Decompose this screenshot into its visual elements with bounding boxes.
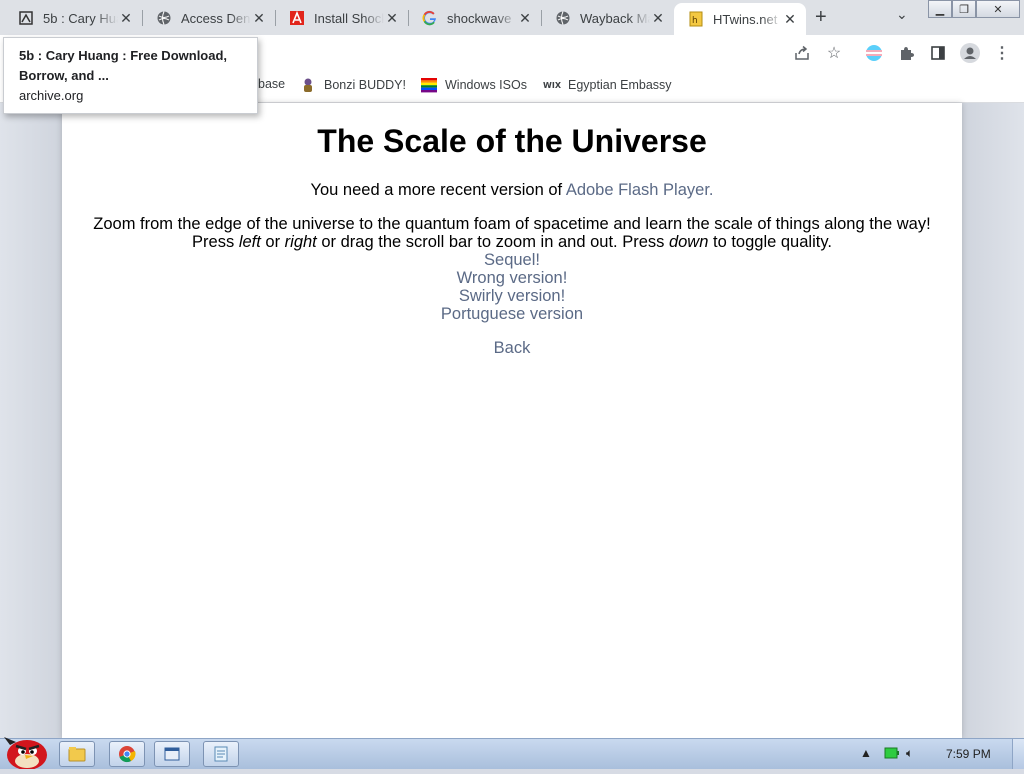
- tab-title: HTwins.net: [713, 11, 778, 27]
- globe-icon: [555, 10, 571, 26]
- close-tab-icon[interactable]: ✕: [118, 10, 134, 27]
- description: Zoom from the edge of the universe to th…: [93, 215, 931, 233]
- instruction-text: or: [260, 233, 285, 251]
- tab-title: shockwave: [447, 10, 512, 26]
- sequel-link[interactable]: Sequel!: [62, 251, 962, 270]
- key-right: right: [284, 233, 317, 251]
- chevron-down-icon[interactable]: ⌄: [896, 6, 908, 23]
- bookmark-label: Egyptian Embassy: [568, 78, 672, 92]
- rainbow-flag-icon: [421, 77, 437, 93]
- page-background-right: [962, 103, 1024, 738]
- bookmark-label: Bonzi BUDDY!: [324, 78, 406, 92]
- tooltip-title: 5b : Cary Huang : Free Download, Borrow,…: [19, 48, 228, 83]
- wix-icon: WIX: [543, 80, 561, 90]
- bookmark-egyptian-embassy[interactable]: WIX Egyptian Embassy: [543, 77, 672, 93]
- back-link[interactable]: Back: [62, 339, 962, 358]
- tab-shockwave-search[interactable]: shockwave ✕: [408, 3, 541, 33]
- tab-title: 5b : Cary Huang : Free: [43, 10, 118, 26]
- globe-icon: [156, 10, 172, 26]
- adobe-icon: [289, 10, 305, 26]
- instruction-text: to toggle quality.: [708, 233, 832, 251]
- tab-hover-tooltip: 5b : Cary Huang : Free Download, Borrow,…: [3, 37, 258, 114]
- maximize-button[interactable]: ❐: [952, 0, 976, 18]
- flash-notice-text: You need a more recent version of: [310, 181, 566, 199]
- battery-icon[interactable]: [884, 747, 900, 762]
- tab-install-shockwave[interactable]: Install Shockwave ✕: [275, 3, 408, 33]
- bookmark-label: base: [258, 77, 286, 91]
- bonzi-icon: [300, 77, 316, 93]
- clock[interactable]: 7:59 PM: [946, 747, 991, 761]
- tab-title: Wayback Machine: [580, 10, 650, 26]
- tab-title: Access Denied: [181, 10, 251, 26]
- close-tab-icon[interactable]: ✕: [782, 11, 798, 28]
- puzzle-icon[interactable]: [896, 43, 916, 63]
- close-window-button[interactable]: ✕: [976, 0, 1020, 18]
- google-icon: [422, 10, 438, 26]
- bookmark-windows-isos[interactable]: Windows ISOs: [421, 77, 527, 93]
- minimize-button[interactable]: ▁: [928, 0, 952, 18]
- tab-strip: 5b : Cary Huang : Free ✕ Access Denied ✕…: [0, 0, 1024, 35]
- svg-text:h: h: [692, 16, 698, 26]
- portuguese-version-link[interactable]: Portuguese version: [62, 305, 962, 324]
- tab-wayback[interactable]: Wayback Machine ✕: [541, 3, 674, 33]
- page-background-left: [0, 103, 62, 738]
- adobe-flash-link[interactable]: Adobe Flash Player.: [566, 181, 714, 199]
- page-title: The Scale of the Universe: [317, 123, 707, 159]
- new-tab-button[interactable]: +: [815, 6, 827, 29]
- notepad-taskbar-button[interactable]: [203, 741, 239, 767]
- tab-htwins[interactable]: h HTwins.net ✕: [674, 3, 806, 35]
- bookmark-bonzi-buddy[interactable]: Bonzi BUDDY!: [300, 77, 406, 93]
- key-left: left: [238, 233, 261, 251]
- tooltip-host: archive.org: [19, 88, 84, 103]
- tab-access-denied[interactable]: Access Denied ✕: [142, 3, 275, 33]
- side-panel-icon[interactable]: [928, 43, 948, 63]
- wrong-version-link[interactable]: Wrong version!: [62, 269, 962, 288]
- window-switch-taskbar-button[interactable]: [154, 741, 190, 767]
- tab-archive[interactable]: 5b : Cary Huang : Free ✕: [4, 3, 142, 33]
- angry-birds-start-icon[interactable]: [2, 731, 50, 770]
- swirly-version-link[interactable]: Swirly version!: [62, 287, 962, 306]
- bookmark-base[interactable]: base: [258, 77, 285, 91]
- close-tab-icon[interactable]: ✕: [650, 10, 666, 27]
- taskbar: ▲ 🔈︎ 7:59 PM: [0, 737, 1024, 770]
- close-tab-icon[interactable]: ✕: [384, 10, 400, 27]
- controls-instructions: Press left or right or drag the scroll b…: [62, 233, 962, 252]
- volume-icon[interactable]: 🔈︎: [906, 746, 913, 761]
- bookmark-label: Windows ISOs: [445, 78, 527, 92]
- profile-avatar-icon[interactable]: [960, 43, 980, 63]
- tray-expand-icon[interactable]: ▲: [860, 746, 872, 760]
- instruction-text: Press: [192, 233, 239, 251]
- more-menu-icon[interactable]: ⋮: [992, 43, 1012, 63]
- extension-flag-icon[interactable]: [864, 43, 884, 63]
- show-desktop-button[interactable]: [1012, 739, 1024, 769]
- tab-title: Install Shockwave: [314, 10, 384, 26]
- bookmark-star-icon[interactable]: ☆: [824, 43, 844, 63]
- flash-notice: You need a more recent version of Adobe …: [62, 181, 962, 200]
- archive-icon: [18, 10, 34, 26]
- page-content: The Scale of the Universe You need a mor…: [62, 103, 962, 738]
- share-icon[interactable]: [792, 43, 812, 63]
- chrome-taskbar-button[interactable]: [109, 741, 145, 767]
- instruction-text: or drag the scroll bar to zoom in and ou…: [316, 233, 669, 251]
- close-tab-icon[interactable]: ✕: [251, 10, 267, 27]
- key-down: down: [668, 233, 709, 251]
- explorer-taskbar-button[interactable]: [59, 741, 95, 767]
- htwins-icon: h: [688, 11, 704, 27]
- close-tab-icon[interactable]: ✕: [517, 10, 533, 27]
